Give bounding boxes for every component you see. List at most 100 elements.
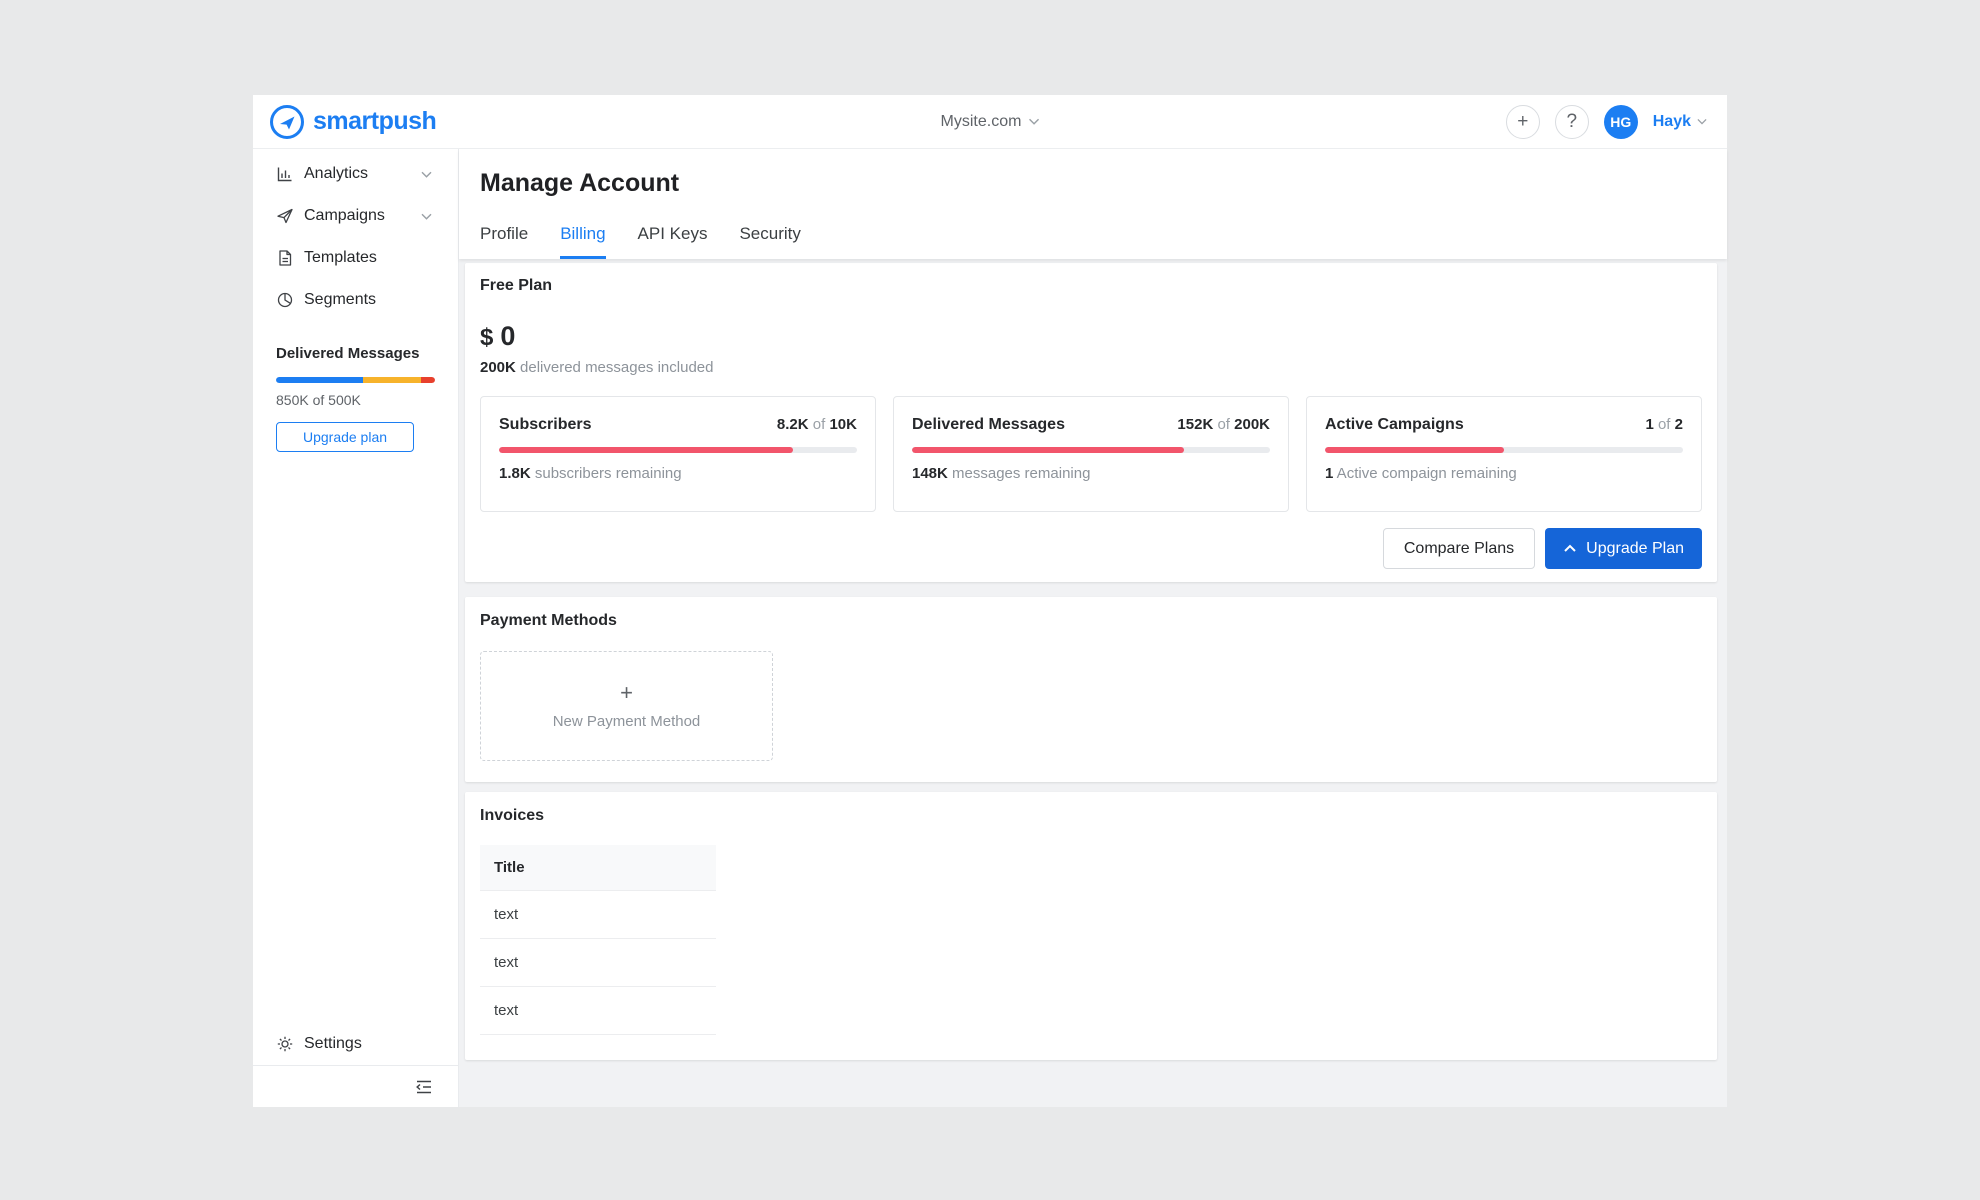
remaining-text: subscribers remaining	[531, 465, 682, 482]
stat-of: of	[1217, 416, 1230, 433]
sidebar-item-analytics[interactable]: Analytics	[253, 153, 458, 195]
sidebar-spacer	[253, 452, 458, 1023]
upgrade-plan-label: Upgrade Plan	[1586, 540, 1684, 558]
chevron-down-icon	[421, 213, 432, 220]
plan-actions: Compare Plans Upgrade Plan	[480, 528, 1702, 569]
stat-used: 152K	[1177, 416, 1213, 433]
sidebar: Analytics Campaigns	[253, 149, 459, 1107]
stat-remaining: 1.8K subscribers remaining	[499, 465, 857, 482]
usage-text: 850K of 500K	[276, 392, 435, 408]
chevron-down-icon	[1028, 118, 1039, 125]
user-menu[interactable]: Hayk	[1653, 113, 1707, 131]
tab-profile[interactable]: Profile	[480, 224, 528, 259]
sidebar-item-settings[interactable]: Settings	[253, 1023, 458, 1065]
progress-fill	[499, 447, 793, 453]
included-text: delivered messages included	[516, 359, 714, 376]
logo-text: smartpush	[313, 107, 436, 136]
sidebar-item-segments[interactable]: Segments	[253, 279, 458, 321]
gear-icon	[276, 1035, 294, 1053]
help-icon: ?	[1566, 112, 1577, 131]
stat-of: of	[813, 416, 826, 433]
upgrade-plan-sidebar-button[interactable]: Upgrade plan	[276, 422, 414, 452]
invoices-card: Invoices Title text text text	[465, 792, 1717, 1060]
stat-label: Subscribers	[499, 416, 591, 434]
page-title: Manage Account	[480, 169, 1727, 198]
plus-icon: +	[1517, 112, 1528, 131]
tab-api-keys[interactable]: API Keys	[638, 224, 708, 259]
usage-segment-warning	[363, 377, 420, 383]
sidebar-item-label: Analytics	[304, 165, 368, 183]
sidebar-footer	[253, 1066, 458, 1107]
site-selector-label: Mysite.com	[941, 113, 1022, 131]
price-amount: 0	[500, 321, 515, 352]
send-icon	[276, 207, 294, 225]
tab-bar: Profile Billing API Keys Security	[480, 224, 1727, 259]
sidebar-item-templates[interactable]: Templates	[253, 237, 458, 279]
avatar[interactable]: HG	[1604, 105, 1638, 139]
stat-used: 8.2K	[777, 416, 809, 433]
usage-title: Delivered Messages	[276, 345, 435, 362]
upgrade-plan-button[interactable]: Upgrade Plan	[1545, 528, 1702, 569]
bar-chart-icon	[276, 165, 294, 183]
table-row[interactable]: text	[480, 987, 716, 1035]
stat-card-subscribers: Subscribers 8.2K of 10K 1.8K subscribers	[480, 396, 876, 512]
usage-segment-delivered	[276, 377, 363, 383]
stat-label: Delivered Messages	[912, 416, 1065, 434]
chevron-down-icon	[1697, 118, 1707, 125]
tab-billing[interactable]: Billing	[560, 224, 605, 259]
usage-panel: Delivered Messages 850K of 500K Upgrade …	[253, 333, 458, 452]
main-content: Manage Account Profile Billing API Keys …	[459, 149, 1727, 1107]
plan-card: Free Plan $ 0 200K delivered messages in…	[465, 263, 1717, 582]
sidebar-item-label: Campaigns	[304, 207, 385, 225]
stat-label: Active Campaigns	[1325, 416, 1464, 434]
payment-methods-title: Payment Methods	[480, 612, 1702, 630]
usage-segment-critical	[421, 377, 435, 383]
stat-total: 200K	[1234, 416, 1270, 433]
stat-values: 152K of 200K	[1177, 416, 1270, 433]
pie-chart-icon	[276, 291, 294, 309]
app-window: smartpush Mysite.com + ? HG Hayk	[253, 95, 1727, 1107]
remaining-text: messages remaining	[948, 465, 1091, 482]
plan-price: $ 0	[480, 321, 1702, 352]
add-button[interactable]: +	[1506, 105, 1540, 139]
plus-icon: +	[620, 682, 633, 704]
logo-icon	[270, 105, 304, 139]
site-selector[interactable]: Mysite.com	[941, 113, 1040, 131]
stat-total: 10K	[829, 416, 857, 433]
stat-of: of	[1658, 416, 1671, 433]
remaining-text: Active compaign remaining	[1333, 465, 1516, 482]
table-row[interactable]: text	[480, 939, 716, 987]
sidebar-item-campaigns[interactable]: Campaigns	[253, 195, 458, 237]
table-column-header: Title	[480, 845, 716, 891]
progress-track	[1325, 447, 1683, 453]
collapse-sidebar-icon[interactable]	[414, 1079, 434, 1095]
document-icon	[276, 249, 294, 267]
remaining-value: 148K	[912, 465, 948, 482]
stat-used: 1	[1645, 416, 1653, 433]
help-button[interactable]: ?	[1555, 105, 1589, 139]
app-body: Analytics Campaigns	[253, 149, 1727, 1107]
chevron-down-icon	[421, 171, 432, 178]
progress-track	[912, 447, 1270, 453]
progress-fill	[912, 447, 1184, 453]
plan-name: Free Plan	[480, 277, 1702, 295]
page-header: Manage Account Profile Billing API Keys …	[459, 149, 1727, 259]
stat-remaining: 1 Active compaign remaining	[1325, 465, 1683, 482]
stat-total: 2	[1675, 416, 1683, 433]
tab-security[interactable]: Security	[739, 224, 800, 259]
plan-stats: Subscribers 8.2K of 10K 1.8K subscribers	[480, 396, 1702, 512]
payment-methods-card: Payment Methods + New Payment Method	[465, 597, 1717, 782]
logo[interactable]: smartpush	[270, 105, 436, 139]
chevron-up-icon	[1563, 544, 1577, 553]
compare-plans-button[interactable]: Compare Plans	[1383, 528, 1535, 569]
plan-included: 200K delivered messages included	[480, 359, 1702, 376]
stat-values: 8.2K of 10K	[777, 416, 857, 433]
price-currency: $	[480, 324, 493, 352]
new-payment-method-button[interactable]: + New Payment Method	[480, 651, 773, 761]
table-row[interactable]: text	[480, 891, 716, 939]
sidebar-item-label: Settings	[304, 1035, 362, 1053]
app-header: smartpush Mysite.com + ? HG Hayk	[253, 95, 1727, 149]
sidebar-item-label: Templates	[304, 249, 377, 267]
invoices-title: Invoices	[480, 807, 1702, 825]
header-actions: + ? HG Hayk	[1506, 105, 1707, 139]
